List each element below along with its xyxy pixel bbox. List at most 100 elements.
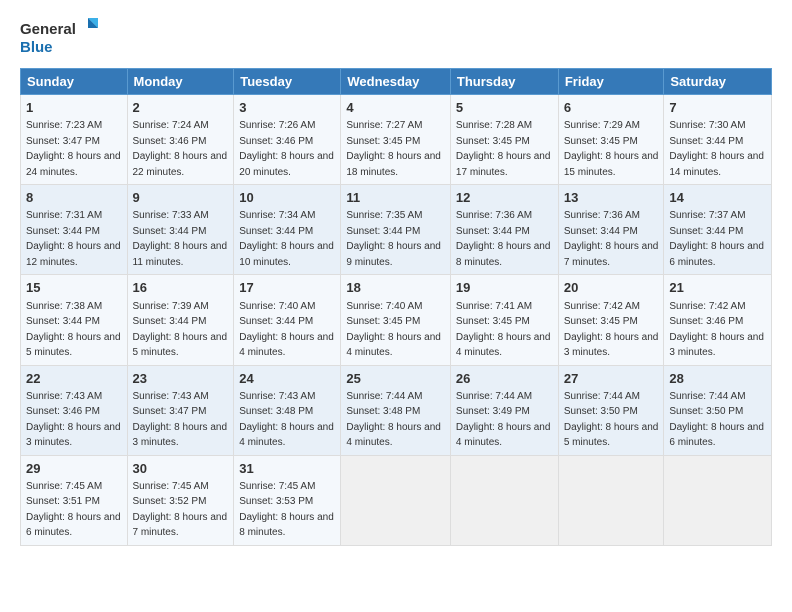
day-number: 12	[456, 189, 553, 207]
day-number: 7	[669, 99, 766, 117]
header: General Blue	[20, 16, 772, 58]
calendar-cell: 13 Sunrise: 7:36 AMSunset: 3:44 PMDaylig…	[558, 185, 664, 275]
header-tuesday: Tuesday	[234, 69, 341, 95]
calendar-cell: 5 Sunrise: 7:28 AMSunset: 3:45 PMDayligh…	[450, 95, 558, 185]
calendar-cell: 21 Sunrise: 7:42 AMSunset: 3:46 PMDaylig…	[664, 275, 772, 365]
calendar-cell: 11 Sunrise: 7:35 AMSunset: 3:44 PMDaylig…	[341, 185, 451, 275]
calendar-cell: 10 Sunrise: 7:34 AMSunset: 3:44 PMDaylig…	[234, 185, 341, 275]
logo: General Blue	[20, 16, 100, 58]
day-detail: Sunrise: 7:37 AMSunset: 3:44 PMDaylight:…	[669, 210, 764, 268]
day-number: 10	[239, 189, 335, 207]
calendar-cell: 30 Sunrise: 7:45 AMSunset: 3:52 PMDaylig…	[127, 455, 234, 545]
calendar-cell: 22 Sunrise: 7:43 AMSunset: 3:46 PMDaylig…	[21, 365, 128, 455]
day-number: 13	[564, 189, 659, 207]
calendar-cell	[664, 455, 772, 545]
day-detail: Sunrise: 7:45 AMSunset: 3:51 PMDaylight:…	[26, 481, 121, 539]
day-number: 3	[239, 99, 335, 117]
day-number: 28	[669, 370, 766, 388]
calendar-cell	[450, 455, 558, 545]
day-number: 27	[564, 370, 659, 388]
calendar-cell	[558, 455, 664, 545]
day-number: 30	[133, 460, 229, 478]
logo-svg: General Blue	[20, 16, 100, 58]
day-number: 24	[239, 370, 335, 388]
day-number: 22	[26, 370, 122, 388]
calendar-cell: 8 Sunrise: 7:31 AMSunset: 3:44 PMDayligh…	[21, 185, 128, 275]
day-detail: Sunrise: 7:44 AMSunset: 3:48 PMDaylight:…	[346, 391, 441, 449]
day-number: 2	[133, 99, 229, 117]
calendar-week-2: 8 Sunrise: 7:31 AMSunset: 3:44 PMDayligh…	[21, 185, 772, 275]
calendar-cell: 6 Sunrise: 7:29 AMSunset: 3:45 PMDayligh…	[558, 95, 664, 185]
day-detail: Sunrise: 7:42 AMSunset: 3:45 PMDaylight:…	[564, 301, 659, 359]
page: General Blue SundayMondayTuesdayWednesda…	[0, 0, 792, 612]
svg-text:Blue: Blue	[20, 39, 53, 56]
day-number: 6	[564, 99, 659, 117]
calendar-table: SundayMondayTuesdayWednesdayThursdayFrid…	[20, 68, 772, 546]
calendar-cell: 18 Sunrise: 7:40 AMSunset: 3:45 PMDaylig…	[341, 275, 451, 365]
calendar-cell: 27 Sunrise: 7:44 AMSunset: 3:50 PMDaylig…	[558, 365, 664, 455]
day-detail: Sunrise: 7:42 AMSunset: 3:46 PMDaylight:…	[669, 301, 764, 359]
header-sunday: Sunday	[21, 69, 128, 95]
calendar-week-4: 22 Sunrise: 7:43 AMSunset: 3:46 PMDaylig…	[21, 365, 772, 455]
day-detail: Sunrise: 7:40 AMSunset: 3:44 PMDaylight:…	[239, 301, 334, 359]
day-detail: Sunrise: 7:36 AMSunset: 3:44 PMDaylight:…	[456, 210, 551, 268]
day-detail: Sunrise: 7:31 AMSunset: 3:44 PMDaylight:…	[26, 210, 121, 268]
day-number: 20	[564, 279, 659, 297]
day-number: 11	[346, 189, 445, 207]
day-detail: Sunrise: 7:41 AMSunset: 3:45 PMDaylight:…	[456, 301, 551, 359]
day-detail: Sunrise: 7:39 AMSunset: 3:44 PMDaylight:…	[133, 301, 228, 359]
day-detail: Sunrise: 7:44 AMSunset: 3:50 PMDaylight:…	[564, 391, 659, 449]
calendar-header-row: SundayMondayTuesdayWednesdayThursdayFrid…	[21, 69, 772, 95]
day-number: 16	[133, 279, 229, 297]
day-detail: Sunrise: 7:36 AMSunset: 3:44 PMDaylight:…	[564, 210, 659, 268]
calendar-cell: 28 Sunrise: 7:44 AMSunset: 3:50 PMDaylig…	[664, 365, 772, 455]
day-detail: Sunrise: 7:28 AMSunset: 3:45 PMDaylight:…	[456, 120, 551, 178]
day-number: 23	[133, 370, 229, 388]
day-detail: Sunrise: 7:29 AMSunset: 3:45 PMDaylight:…	[564, 120, 659, 178]
day-detail: Sunrise: 7:24 AMSunset: 3:46 PMDaylight:…	[133, 120, 228, 178]
calendar-cell: 15 Sunrise: 7:38 AMSunset: 3:44 PMDaylig…	[21, 275, 128, 365]
calendar-cell: 12 Sunrise: 7:36 AMSunset: 3:44 PMDaylig…	[450, 185, 558, 275]
calendar-cell: 25 Sunrise: 7:44 AMSunset: 3:48 PMDaylig…	[341, 365, 451, 455]
day-detail: Sunrise: 7:44 AMSunset: 3:49 PMDaylight:…	[456, 391, 551, 449]
calendar-cell: 23 Sunrise: 7:43 AMSunset: 3:47 PMDaylig…	[127, 365, 234, 455]
day-number: 4	[346, 99, 445, 117]
calendar-cell: 20 Sunrise: 7:42 AMSunset: 3:45 PMDaylig…	[558, 275, 664, 365]
calendar-cell: 9 Sunrise: 7:33 AMSunset: 3:44 PMDayligh…	[127, 185, 234, 275]
calendar-week-5: 29 Sunrise: 7:45 AMSunset: 3:51 PMDaylig…	[21, 455, 772, 545]
day-detail: Sunrise: 7:26 AMSunset: 3:46 PMDaylight:…	[239, 120, 334, 178]
day-number: 19	[456, 279, 553, 297]
calendar-cell: 31 Sunrise: 7:45 AMSunset: 3:53 PMDaylig…	[234, 455, 341, 545]
calendar-cell: 14 Sunrise: 7:37 AMSunset: 3:44 PMDaylig…	[664, 185, 772, 275]
calendar-cell: 29 Sunrise: 7:45 AMSunset: 3:51 PMDaylig…	[21, 455, 128, 545]
day-number: 8	[26, 189, 122, 207]
day-number: 14	[669, 189, 766, 207]
day-number: 29	[26, 460, 122, 478]
day-detail: Sunrise: 7:45 AMSunset: 3:53 PMDaylight:…	[239, 481, 334, 539]
day-detail: Sunrise: 7:38 AMSunset: 3:44 PMDaylight:…	[26, 301, 121, 359]
calendar-cell: 4 Sunrise: 7:27 AMSunset: 3:45 PMDayligh…	[341, 95, 451, 185]
calendar-cell	[341, 455, 451, 545]
calendar-cell: 17 Sunrise: 7:40 AMSunset: 3:44 PMDaylig…	[234, 275, 341, 365]
day-detail: Sunrise: 7:40 AMSunset: 3:45 PMDaylight:…	[346, 301, 441, 359]
day-detail: Sunrise: 7:30 AMSunset: 3:44 PMDaylight:…	[669, 120, 764, 178]
day-detail: Sunrise: 7:23 AMSunset: 3:47 PMDaylight:…	[26, 120, 121, 178]
day-detail: Sunrise: 7:34 AMSunset: 3:44 PMDaylight:…	[239, 210, 334, 268]
calendar-cell: 7 Sunrise: 7:30 AMSunset: 3:44 PMDayligh…	[664, 95, 772, 185]
day-number: 25	[346, 370, 445, 388]
day-number: 15	[26, 279, 122, 297]
day-detail: Sunrise: 7:43 AMSunset: 3:46 PMDaylight:…	[26, 391, 121, 449]
day-detail: Sunrise: 7:35 AMSunset: 3:44 PMDaylight:…	[346, 210, 441, 268]
calendar-cell: 26 Sunrise: 7:44 AMSunset: 3:49 PMDaylig…	[450, 365, 558, 455]
calendar-cell: 24 Sunrise: 7:43 AMSunset: 3:48 PMDaylig…	[234, 365, 341, 455]
calendar-cell: 19 Sunrise: 7:41 AMSunset: 3:45 PMDaylig…	[450, 275, 558, 365]
day-detail: Sunrise: 7:33 AMSunset: 3:44 PMDaylight:…	[133, 210, 228, 268]
day-number: 18	[346, 279, 445, 297]
day-number: 9	[133, 189, 229, 207]
calendar-week-3: 15 Sunrise: 7:38 AMSunset: 3:44 PMDaylig…	[21, 275, 772, 365]
calendar-cell: 3 Sunrise: 7:26 AMSunset: 3:46 PMDayligh…	[234, 95, 341, 185]
day-number: 1	[26, 99, 122, 117]
day-detail: Sunrise: 7:27 AMSunset: 3:45 PMDaylight:…	[346, 120, 441, 178]
header-thursday: Thursday	[450, 69, 558, 95]
header-friday: Friday	[558, 69, 664, 95]
